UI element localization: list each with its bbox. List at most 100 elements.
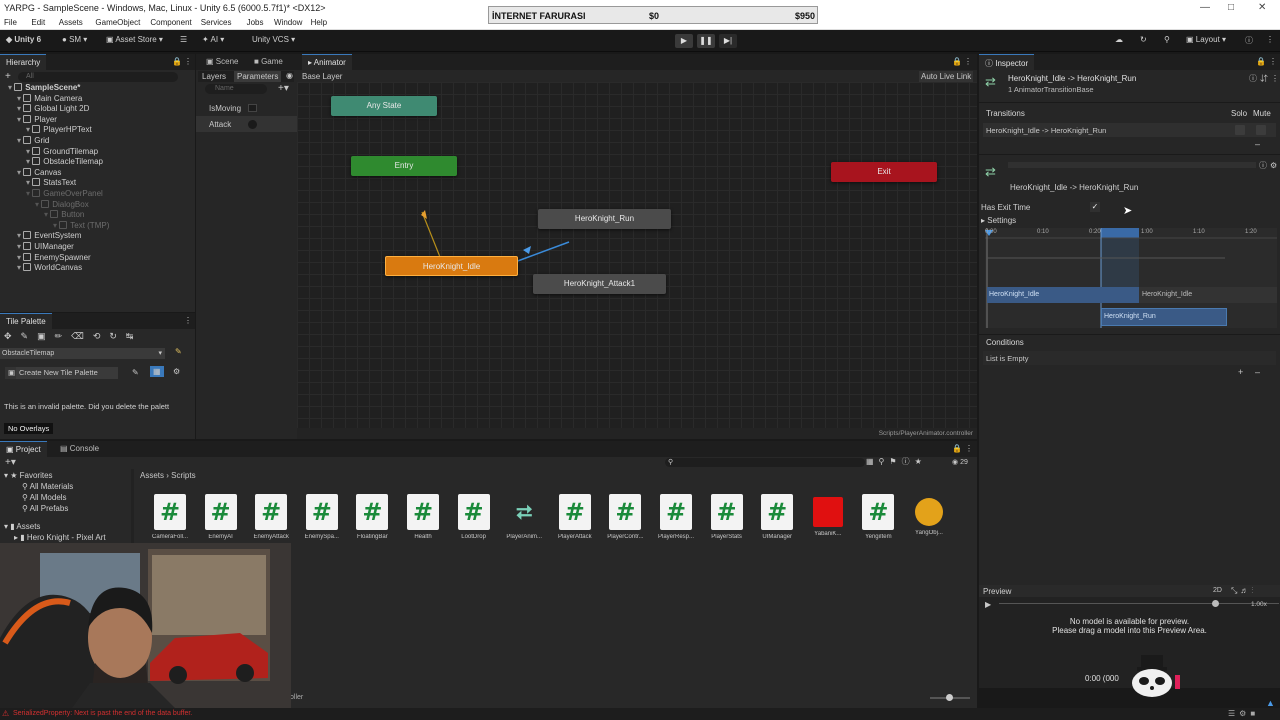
assets-folder[interactable]: ▾ ▮ Assets [4, 522, 40, 533]
preview-play-button[interactable]: ▶ [985, 600, 991, 609]
hierarchy-item[interactable]: ▾ StatsText [26, 178, 76, 189]
tab-scene[interactable]: ▣ Scene [200, 54, 244, 70]
detail-tool-icons[interactable]: ⓘ⚙ [1259, 160, 1280, 171]
tab-tile-palette[interactable]: Tile Palette [0, 313, 52, 329]
state-node-run[interactable]: HeroKnight_Run [538, 209, 671, 229]
history-icon[interactable]: ↻ [1140, 35, 1147, 44]
panel-menu-icon[interactable]: ⋮ [1269, 57, 1277, 66]
hierarchy-item[interactable]: ▾ Global Light 2D [17, 104, 89, 115]
hierarchy-search-input[interactable]: All [18, 72, 178, 82]
panel-menu-icon[interactable]: ⋮ [964, 57, 972, 66]
asset-item[interactable]: # PlayerResp... [654, 494, 698, 540]
state-node-idle[interactable]: HeroKnight_Idle [385, 256, 518, 276]
asset-item[interactable]: # EnemySpa... [300, 494, 344, 540]
ai-button[interactable]: ✦ AI ▾ [202, 35, 224, 44]
filter-icons[interactable]: ▦⚲⚑ⓘ★ [866, 456, 927, 467]
asset-item[interactable]: ⮂ PlayerAnim... [502, 494, 546, 540]
timeline-source-clip[interactable]: HeroKnight_Idle [987, 287, 1139, 303]
hierarchy-item[interactable]: ▾ GroundTilemap [26, 146, 98, 158]
asset-item[interactable]: # EnemyAttack [249, 494, 293, 540]
header-tool-icons[interactable]: ⓘ⇵⋮ [1249, 73, 1280, 84]
edit-palette-icon[interactable]: ✎ [132, 368, 139, 377]
project-search-input[interactable]: ⚲ [665, 458, 865, 467]
has-exit-time-checkbox[interactable]: ✓ [1090, 202, 1100, 212]
asset-item[interactable]: # Health [401, 494, 445, 540]
favorite-item[interactable]: ⚲ All Prefabs [22, 504, 68, 515]
parameter-row[interactable]: Attack [196, 116, 297, 132]
status-error-message[interactable]: SerializedProperty: Next is past the end… [13, 710, 192, 717]
menu-gameobject[interactable]: GameObject [95, 18, 140, 27]
panel-menu-icon[interactable]: ⋮ [965, 444, 973, 453]
pick-icon[interactable]: ✎ [175, 347, 182, 356]
animator-graph[interactable]: Any State Entry Exit HeroKnight_Run Hero… [297, 82, 977, 439]
no-overlays-button[interactable]: No Overlays [4, 423, 54, 434]
transition-list-item[interactable]: HeroKnight_Idle -> HeroKnight_Run [983, 123, 1276, 137]
settings-foldout[interactable]: ▸ Settings [981, 216, 1016, 225]
vcs-button[interactable]: Unity VCS ▾ [252, 35, 295, 44]
solo-checkbox[interactable] [1235, 125, 1245, 135]
lock-icon[interactable]: 🔒 [952, 444, 962, 453]
asset-item[interactable]: # PlayerStats [705, 494, 749, 540]
breadcrumb-scripts[interactable]: Scripts [171, 471, 195, 480]
help-icon[interactable]: ⓘ [1245, 35, 1253, 46]
hierarchy-item[interactable]: ▾ SampleScene* [8, 83, 80, 94]
tab-parameters[interactable]: Parameters [234, 71, 282, 82]
asset-item[interactable]: # EnemyAI [199, 494, 243, 540]
preview-speed-handle[interactable] [1212, 600, 1219, 607]
hierarchy-item[interactable]: ▾ Player [17, 114, 57, 126]
layout-dropdown[interactable]: ▣ Layout ▾ [1186, 35, 1226, 44]
preview-scrubber[interactable] [999, 603, 1279, 604]
tab-game[interactable]: ■ Game [248, 54, 289, 70]
asset-item[interactable]: YabaniK... [806, 494, 850, 537]
bool-checkbox[interactable] [248, 104, 257, 112]
breadcrumb[interactable]: Base Layer [302, 72, 342, 81]
minimize-icon[interactable]: — [1200, 2, 1210, 13]
hierarchy-item[interactable]: ▾ EventSystem [17, 231, 81, 242]
toolbar-menu-icon[interactable]: ☰ [180, 35, 187, 44]
preview-2d-toggle[interactable]: 2D [1213, 587, 1222, 594]
exit-node[interactable]: Exit [831, 162, 937, 182]
menu-assets[interactable]: Assets [59, 18, 83, 27]
search-icon[interactable]: ⚲ [1164, 35, 1170, 44]
lock-icon[interactable]: 🔒 [172, 57, 182, 66]
hierarchy-item[interactable]: ▾ WorldCanvas [17, 263, 82, 274]
target-tilemap-dropdown[interactable]: ObstacleTilemap ▾ [0, 348, 165, 359]
hierarchy-item[interactable]: ▾ Text (TMP) [53, 220, 109, 232]
hierarchy-item[interactable]: ▾ Grid [17, 136, 49, 147]
hierarchy-item[interactable]: ▾ UIManager [17, 242, 74, 253]
favorite-item[interactable]: ⚲ All Models [22, 493, 67, 504]
any-state-node[interactable]: Any State [331, 96, 437, 116]
mute-checkbox[interactable] [1256, 125, 1266, 135]
close-icon[interactable]: ✕ [1258, 2, 1266, 13]
tab-layers[interactable]: Layers [202, 72, 226, 81]
remove-condition-button[interactable]: – [1255, 367, 1260, 377]
trigger-radio[interactable] [248, 120, 257, 129]
hierarchy-item[interactable]: ▾ PlayerHPText [26, 125, 92, 136]
auto-live-link-button[interactable]: Auto Live Link [919, 71, 974, 82]
tile-tools[interactable]: ✥✎▣✏⌫⟲↻↹ [4, 331, 190, 343]
transition-name-field[interactable] [1008, 162, 1256, 168]
create-asset-button[interactable]: +▾ [5, 457, 16, 468]
parameter-row[interactable]: IsMoving [196, 100, 297, 116]
asset-item[interactable]: # LootDrop [452, 494, 496, 540]
more-icon[interactable]: ⋮ [1266, 35, 1274, 44]
tab-console[interactable]: ▤ Console [54, 441, 105, 457]
breadcrumb-assets[interactable]: Assets [140, 471, 164, 480]
cloud-icon[interactable]: ☁ [1115, 35, 1123, 44]
hierarchy-item[interactable]: ▾ DialogBox [35, 199, 89, 211]
add-parameter-button[interactable]: +▾ [278, 83, 289, 94]
lock-icon[interactable]: 🔒 [1256, 57, 1266, 66]
hierarchy-item[interactable]: ▾ Main Camera [17, 93, 82, 105]
panel-menu-icon[interactable]: ⋮ [184, 316, 192, 325]
asset-item[interactable]: # UIManager [755, 494, 799, 540]
play-button[interactable]: ▶ [675, 34, 693, 48]
add-object-button[interactable]: + [5, 71, 11, 82]
divider[interactable] [131, 469, 134, 549]
menu-file[interactable]: File [4, 18, 17, 27]
maximize-icon[interactable]: □ [1228, 2, 1234, 13]
tab-inspector[interactable]: ⓘ Inspector [979, 54, 1035, 70]
asset-item[interactable]: # CameraFoll... [148, 494, 192, 540]
step-button[interactable]: ▶| [719, 34, 737, 48]
error-icon[interactable]: ⚠ [2, 709, 9, 718]
tab-animator[interactable]: ▸ Animator [302, 54, 352, 70]
